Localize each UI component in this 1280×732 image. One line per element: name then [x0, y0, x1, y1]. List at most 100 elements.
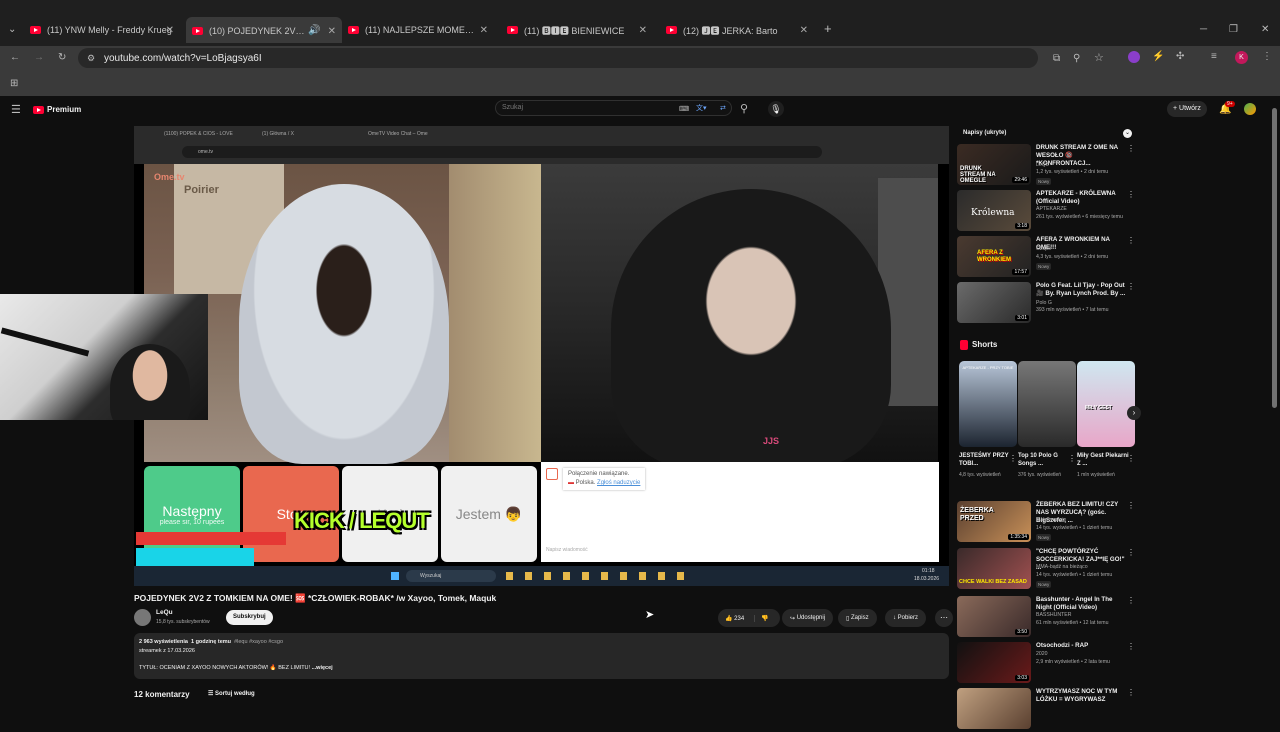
subscribe-button[interactable]: Subskrybuj: [226, 610, 273, 625]
apps-grid-icon[interactable]: ⊞: [10, 78, 18, 90]
close-tab-icon[interactable]: ✕: [639, 25, 647, 36]
captions-chip[interactable]: Napisy (ukryte): [963, 130, 1006, 136]
create-button[interactable]: + Utwórz: [1167, 101, 1207, 117]
chat-panel: Połączenie nawiązane. ▬ Polska. Zgłoś na…: [541, 462, 939, 562]
more-options-icon[interactable]: ⋮: [1009, 455, 1017, 463]
tab-search-icon[interactable]: ⌄: [8, 24, 16, 36]
thumbs-down-icon: 👎: [761, 615, 769, 622]
hamburger-icon[interactable]: ☰: [11, 104, 21, 116]
video-item[interactable]: 3:50 Basshunter - Angel In The Night (Of…: [957, 596, 1137, 640]
video-item[interactable]: AFERA Z WRONKIEM 17:57 AFERA Z WRONKIEM …: [957, 236, 1137, 280]
back-icon[interactable]: ←: [10, 52, 20, 64]
address-bar-row: ← → ↻ ⚙ youtube.com/watch?v=LoBjagsya6I …: [0, 46, 1280, 70]
close-tab-icon[interactable]: ✕: [166, 25, 174, 36]
channel-avatar[interactable]: [134, 609, 151, 626]
show-more-link[interactable]: ...więcej: [312, 665, 333, 671]
browser-tab-active[interactable]: (10) POJEDYNEK 2V2 Z TOM 🔊 ✕: [186, 17, 342, 43]
youtube-icon: [30, 26, 41, 34]
browser-tab-bar: ⌄ (11) YNW Melly - Freddy Krueg ✕ (10) P…: [0, 0, 1280, 46]
video-item[interactable]: 3:01 Polo G Feat. Lil Tjay - Pop Out 🎥 B…: [957, 282, 1137, 326]
shorts-icon: [960, 340, 968, 350]
zoom-icon[interactable]: ⚲: [1073, 53, 1080, 65]
video-item[interactable]: Królewna 3:18 APTEKARZE - KRÓLEWNA (Offi…: [957, 190, 1137, 234]
more-options-icon[interactable]: ⋮: [1127, 549, 1135, 557]
video-thumbnail: 3:03: [957, 642, 1031, 683]
dislike-button[interactable]: 👎: [754, 614, 769, 622]
install-icon[interactable]: ⧉: [1053, 53, 1060, 65]
extension-icon[interactable]: [1128, 51, 1140, 63]
speaker-icon[interactable]: 🔊: [308, 25, 320, 37]
more-options-icon[interactable]: ⋮: [1127, 237, 1135, 245]
forward-icon[interactable]: →: [34, 52, 44, 64]
save-button[interactable]: ▯ Zapisz: [838, 609, 877, 627]
more-options-icon[interactable]: ⋮: [1127, 191, 1135, 199]
video-thumbnail: 3:50: [957, 596, 1031, 637]
more-options-icon[interactable]: ⋮: [1127, 283, 1135, 291]
ometv-chat-icon: [546, 468, 558, 480]
video-thumbnail: 3:01: [957, 282, 1031, 323]
video-player[interactable]: (1100) POPEK & CIOS - LOVE (1) Główna / …: [134, 126, 949, 586]
profile-avatar[interactable]: K: [1235, 51, 1248, 64]
more-options-icon[interactable]: ⋮: [1127, 502, 1135, 510]
browser-tab[interactable]: (11) YNW Melly - Freddy Krueg ✕: [30, 20, 180, 40]
page-scrollbar[interactable]: [1272, 108, 1277, 408]
share-button[interactable]: ↪ Udostępnij: [782, 609, 834, 627]
close-tab-icon[interactable]: ✕: [800, 25, 808, 36]
youtube-logo[interactable]: Premium: [33, 105, 81, 114]
plant: [449, 164, 541, 462]
gender-button[interactable]: Jestem 👦: [441, 466, 537, 562]
chat-input[interactable]: Napisz wiadomość: [546, 547, 588, 553]
ometv-logo: Ome.tv: [154, 172, 185, 182]
description-box[interactable]: 2 963 wyświetlenia 1 godzinę temu #lequ …: [134, 633, 949, 679]
site-info-icon[interactable]: ⚙: [87, 52, 95, 64]
bookmark-star-icon[interactable]: ☆: [1094, 52, 1104, 64]
like-button[interactable]: 👍 234: [718, 615, 744, 622]
short-item[interactable]: MIŁY GEST: [1077, 361, 1135, 447]
video-thumbnail: AFERA Z WRONKIEM 17:57: [957, 236, 1031, 277]
channel-name[interactable]: LeQu: [156, 609, 173, 616]
extension-search-icon[interactable]: ⇄: [720, 103, 726, 115]
shorts-next-icon[interactable]: ›: [1127, 406, 1141, 420]
video-item[interactable]: ŻEBERKA PRZED 1:35:34 ŻEBERKA BEZ LIMITU…: [957, 501, 1137, 545]
recommendations-sidebar: Napisy (ukryte) ⌄ DRUNK STREAM NA OMEGLE…: [957, 126, 1141, 729]
media-icon[interactable]: ≡: [1211, 51, 1217, 63]
search-input[interactable]: Szukaj ⌨ 文▾ ⇄: [495, 100, 732, 116]
more-actions-button[interactable]: ⋯: [935, 609, 953, 627]
more-options-icon[interactable]: ⋮: [1127, 643, 1135, 651]
report-link[interactable]: Zgłoś naduzycie: [597, 480, 640, 486]
new-tab-icon[interactable]: +: [824, 22, 832, 35]
browser-tab[interactable]: (12) 🅹🅴 JERKA: Barto ✕: [666, 20, 814, 40]
chevron-down-icon[interactable]: ⌄: [1123, 129, 1132, 138]
video-item[interactable]: WYTRZYMASZ NOC W TYM LÓŻKU = WYGRYWASZ ⋮: [957, 688, 1137, 732]
short-item[interactable]: APTEKARZE - PRZY TOBIE: [959, 361, 1017, 447]
more-options-icon[interactable]: ⋮: [1127, 597, 1135, 605]
search-icon[interactable]: ⚲: [740, 103, 748, 115]
account-avatar[interactable]: [1244, 103, 1256, 115]
maximize-icon[interactable]: ❐: [1229, 24, 1238, 36]
puzzle-icon[interactable]: ✣: [1176, 51, 1184, 63]
extension-icon[interactable]: ⚡: [1152, 51, 1164, 63]
more-options-icon[interactable]: ⋮: [1127, 689, 1135, 697]
video-item[interactable]: CHCE WALKI BEZ ZASAD "CHCĘ POWTÓRZYĆ SOC…: [957, 548, 1137, 592]
taskbar-apps: [506, 572, 696, 580]
close-window-icon[interactable]: ✕: [1261, 24, 1269, 36]
url-input[interactable]: ⚙ youtube.com/watch?v=LoBjagsya6I ⧉ ⚲ ☆: [78, 48, 1104, 68]
sort-button[interactable]: ☰ Sortuj według: [208, 690, 255, 697]
translate-icon[interactable]: 文▾: [696, 103, 707, 115]
close-tab-icon[interactable]: ✕: [480, 25, 488, 36]
menu-kebab-icon[interactable]: ⋮: [1262, 51, 1272, 63]
more-options-icon[interactable]: ⋮: [1127, 455, 1135, 463]
close-tab-icon[interactable]: ✕: [328, 26, 336, 37]
voice-search-icon[interactable]: 🎙: [768, 101, 784, 117]
browser-tab[interactable]: (11) 🅱🅸🅴 BIENIEWICE ✕: [507, 20, 653, 40]
video-item[interactable]: DRUNK STREAM NA OMEGLE 29:46 DRUNK STREA…: [957, 144, 1137, 188]
reload-icon[interactable]: ↻: [58, 52, 66, 64]
minimize-icon[interactable]: ─: [1200, 24, 1207, 36]
browser-tab[interactable]: (11) NAJLEPSZE MOMENTY PO ✕: [348, 20, 494, 40]
more-options-icon[interactable]: ⋮: [1127, 145, 1135, 153]
more-options-icon[interactable]: ⋮: [1068, 455, 1076, 463]
download-button[interactable]: ↓ Pobierz: [885, 609, 927, 627]
video-item[interactable]: 3:03 Otsochodzi - RAP 2020 2,9 mln wyświ…: [957, 642, 1137, 686]
short-item[interactable]: [1018, 361, 1076, 447]
keyboard-icon[interactable]: ⌨: [679, 104, 689, 116]
